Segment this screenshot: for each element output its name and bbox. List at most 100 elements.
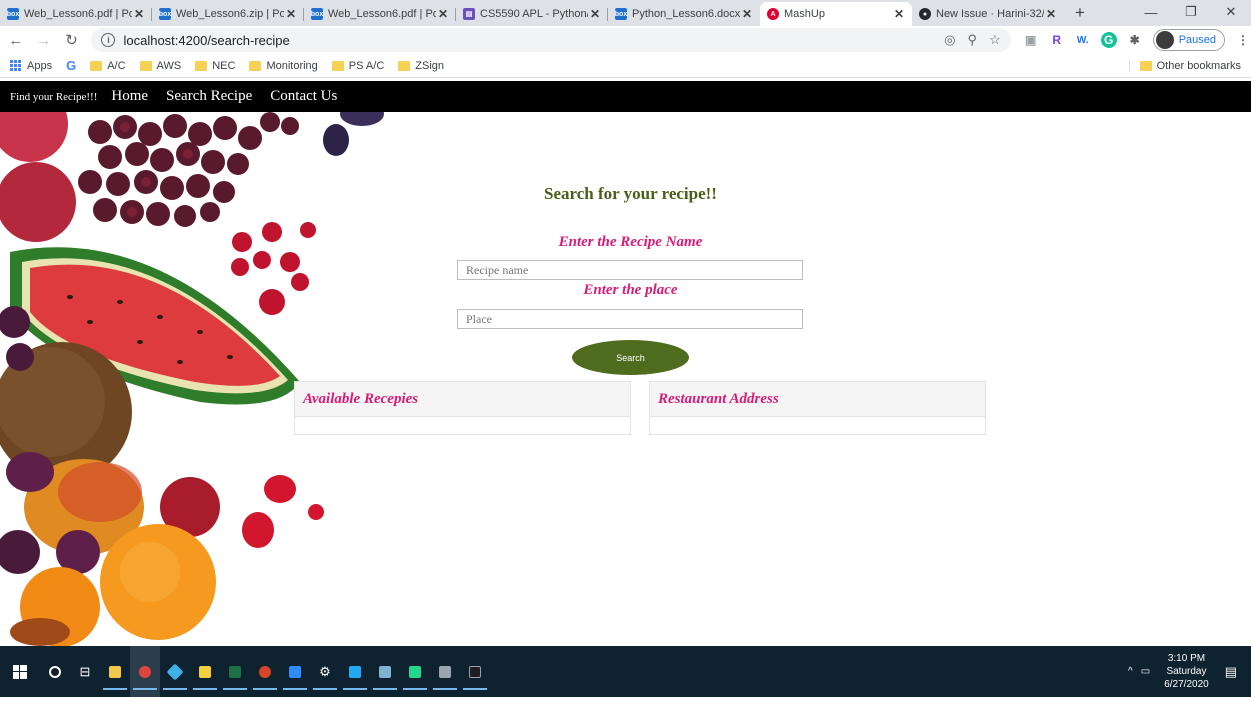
- pycharm-icon[interactable]: [400, 646, 430, 697]
- profile-button[interactable]: Paused: [1152, 29, 1226, 51]
- task-view-icon[interactable]: ⊟: [70, 646, 100, 697]
- browser-tab[interactable]: box Web_Lesson6.pdf | Pow ✕: [0, 2, 152, 26]
- box-icon: box: [7, 8, 19, 20]
- angular-icon: A: [767, 8, 779, 20]
- extension-icon[interactable]: ▣: [1023, 32, 1039, 48]
- search-form: Search for your recipe!! Enter the Recip…: [0, 112, 1251, 646]
- file-explorer-icon[interactable]: [100, 646, 130, 697]
- browser-tab[interactable]: box Web_Lesson6.pdf | Pow ✕: [304, 2, 456, 26]
- windows-taskbar: ⊟ ⚙ ^ ▭ 3:10 PM Saturday 6/27/2020 ▤: [0, 646, 1251, 697]
- close-icon[interactable]: ✕: [132, 7, 146, 21]
- location-icon[interactable]: ◎: [944, 32, 955, 48]
- browser-tab[interactable]: ● New Issue · Harini-32/ ✕: [912, 2, 1064, 26]
- info-icon[interactable]: i: [101, 33, 116, 47]
- bookmark-label: ZSign: [415, 59, 445, 72]
- close-window-icon[interactable]: ✕: [1211, 0, 1251, 24]
- app-icon[interactable]: [160, 646, 190, 697]
- windows-start-icon[interactable]: [0, 646, 40, 697]
- terminal-icon[interactable]: [460, 646, 490, 697]
- forward-icon[interactable]: →: [32, 28, 56, 52]
- bookmark-folder[interactable]: NEC: [195, 60, 235, 72]
- restaurant-address-card: Restaurant Address: [649, 381, 986, 435]
- folder-icon: [249, 60, 262, 71]
- nav-contact-us[interactable]: Contact Us: [270, 88, 337, 105]
- grammarly-icon[interactable]: G: [1100, 32, 1117, 48]
- extension-w-icon[interactable]: W.: [1075, 32, 1091, 48]
- place-input[interactable]: [457, 309, 803, 329]
- search-icon[interactable]: [40, 646, 70, 697]
- bookmark-label: NEC: [212, 59, 236, 72]
- system-tray: ^ ▭ 3:10 PM Saturday 6/27/2020 ▤: [1128, 646, 1251, 697]
- other-bookmarks[interactable]: Other bookmarks: [1128, 60, 1241, 72]
- apps-icon: [10, 59, 22, 72]
- battery-icon[interactable]: ▭: [1141, 666, 1150, 677]
- vscode-icon[interactable]: [340, 646, 370, 697]
- bookmark-label: Monitoring: [266, 59, 318, 72]
- close-icon[interactable]: ✕: [588, 7, 602, 21]
- restore-icon[interactable]: ❐: [1171, 0, 1211, 24]
- url-text: localhost:4200/search-recipe: [123, 32, 290, 48]
- close-icon[interactable]: ✕: [1044, 7, 1058, 21]
- web-page: Find your Recipe!!! Home Search Recipe C…: [0, 81, 1251, 646]
- tab-title: Web_Lesson6.pdf | Pow: [328, 8, 436, 20]
- close-icon[interactable]: ✕: [740, 7, 754, 21]
- browser-tab[interactable]: box Web_Lesson6.zip | Pow ✕: [152, 2, 304, 26]
- puzzle-icon[interactable]: ✱: [1127, 32, 1143, 48]
- powerpoint-icon[interactable]: [250, 646, 280, 697]
- bookmark-label: Apps: [27, 59, 53, 72]
- tab-title: CS5590 APL - Python/: [480, 8, 588, 20]
- nav-search-recipe[interactable]: Search Recipe: [166, 88, 252, 105]
- menu-icon[interactable]: ⋮: [1235, 32, 1251, 48]
- chrome-icon[interactable]: [130, 646, 160, 697]
- bookmark-folder[interactable]: AWS: [139, 59, 182, 72]
- tab-title: Python_Lesson6.docx |: [632, 8, 740, 20]
- close-icon[interactable]: ✕: [892, 7, 906, 21]
- screen-margin: [0, 697, 1251, 714]
- search-button[interactable]: Search: [572, 340, 689, 375]
- google-icon: G: [66, 58, 77, 73]
- settings-icon[interactable]: ⚙: [310, 646, 340, 697]
- box-icon: box: [311, 8, 323, 20]
- close-icon[interactable]: ✕: [436, 7, 450, 21]
- bookmark-apps[interactable]: Apps: [10, 59, 53, 72]
- extensions-area: ▣ R W. G ✱ Paused ⋮: [1023, 29, 1251, 51]
- clock-day: Saturday: [1166, 666, 1207, 677]
- box-icon: box: [615, 8, 627, 20]
- reload-icon[interactable]: ↻: [60, 28, 84, 52]
- excel-icon[interactable]: [220, 646, 250, 697]
- extension-r-icon[interactable]: R: [1049, 32, 1065, 48]
- clock-time: 3:10 PM: [1167, 653, 1206, 664]
- folder-icon: [195, 60, 208, 71]
- address-bar[interactable]: i localhost:4200/search-recipe ◎ ⚲ ☆: [91, 28, 1011, 52]
- zoom-app-icon[interactable]: [280, 646, 310, 697]
- bookmark-google[interactable]: G: [66, 58, 76, 73]
- zoom-icon[interactable]: ⚲: [968, 32, 978, 48]
- bookmark-folder[interactable]: A/C: [90, 60, 126, 72]
- minimize-icon[interactable]: —: [1131, 0, 1171, 24]
- nav-home[interactable]: Home: [111, 88, 148, 105]
- bookmark-star-icon[interactable]: ☆: [989, 32, 1001, 48]
- bookmark-folder[interactable]: Monitoring: [249, 59, 318, 72]
- bookmark-label: AWS: [156, 59, 182, 72]
- profile-status: Paused: [1178, 34, 1217, 46]
- browser-tab[interactable]: box Python_Lesson6.docx | ✕: [608, 2, 760, 26]
- notification-icon[interactable]: ▤: [1225, 664, 1237, 680]
- tab-title: Web_Lesson6.zip | Pow: [176, 8, 284, 20]
- app-icon[interactable]: [370, 646, 400, 697]
- bookmark-folder[interactable]: PS A/C: [331, 60, 384, 72]
- close-icon[interactable]: ✕: [284, 7, 298, 21]
- app-icon[interactable]: [430, 646, 460, 697]
- brand-link[interactable]: Find your Recipe!!!: [10, 91, 97, 103]
- back-icon[interactable]: ←: [4, 28, 28, 52]
- browser-tab[interactable]: ▤ CS5590 APL - Python/ ✕: [456, 2, 608, 26]
- sticky-notes-icon[interactable]: [190, 646, 220, 697]
- chevron-up-icon[interactable]: ^: [1128, 666, 1133, 677]
- folder-icon: [398, 60, 411, 71]
- card-header: Available Recepies: [295, 382, 630, 417]
- clock[interactable]: 3:10 PM Saturday 6/27/2020: [1164, 652, 1209, 691]
- box-icon: box: [159, 8, 171, 20]
- browser-tab-active[interactable]: A MashUp ✕: [760, 2, 912, 26]
- bookmark-folder[interactable]: ZSign: [398, 60, 444, 72]
- recipe-name-input[interactable]: [457, 260, 803, 280]
- new-tab-button[interactable]: +: [1068, 2, 1092, 24]
